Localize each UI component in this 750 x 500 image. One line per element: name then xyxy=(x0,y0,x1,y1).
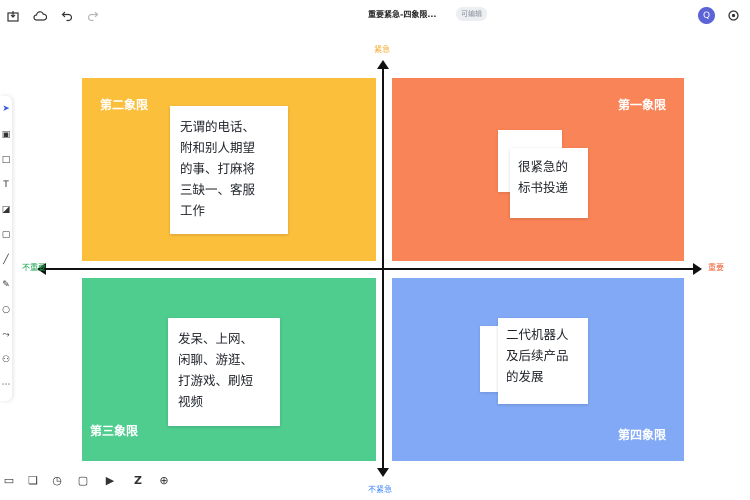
connector-icon[interactable]: ⤳ xyxy=(0,328,12,342)
arrow-down-icon xyxy=(377,468,389,477)
arrow-up-icon xyxy=(377,60,389,69)
quadrant-3-label: 第三象限 xyxy=(90,424,139,438)
axis-label-important: 重要 xyxy=(708,263,724,272)
help-icon[interactable]: ⊕ xyxy=(157,473,171,489)
settings-icon[interactable] xyxy=(725,7,742,24)
axis-label-not-important: 不重要 xyxy=(22,263,46,272)
line-icon[interactable]: ╱ xyxy=(0,253,12,267)
quadrant-1-label: 第一象限 xyxy=(617,98,666,112)
frame-icon[interactable]: ▣ xyxy=(0,128,12,142)
zoom-icon[interactable]: Z xyxy=(131,473,145,489)
sticky-note-icon[interactable]: ◪ xyxy=(0,203,12,217)
present-icon[interactable]: ▶ xyxy=(103,473,117,489)
eraser-icon[interactable]: ○ xyxy=(0,303,12,317)
document-title[interactable]: 重要紧急-四象限... xyxy=(368,9,436,20)
text-icon[interactable]: T xyxy=(0,178,12,192)
timer-icon[interactable]: ◷ xyxy=(50,473,64,489)
sticky-note-q3[interactable]: 发呆、上网、 闲聊、游逛、 打游戏、刷短 视频 xyxy=(168,318,280,426)
avatar[interactable]: Q xyxy=(698,7,715,24)
layers-icon[interactable]: ❏ xyxy=(26,473,40,489)
undo-icon[interactable] xyxy=(58,7,76,25)
cloud-icon[interactable] xyxy=(31,7,49,25)
edit-status-badge: 可编辑 xyxy=(456,7,487,21)
top-bar: 重要紧急-四象限... 可编辑 Q xyxy=(0,0,750,32)
left-toolbar: ➤ ▣ □ T ◪ ▢ ╱ ✎ ○ ⤳ ⚇ ⋯ xyxy=(0,96,12,401)
rectangle-icon[interactable]: □ xyxy=(0,153,12,167)
sticky-note-q1[interactable]: 很紧急的 标书投递 xyxy=(510,148,588,218)
sticky-note-q4[interactable]: 二代机器人 及后续产品 的发展 xyxy=(498,318,588,404)
quadrant-4-label: 第四象限 xyxy=(617,428,666,442)
bottom-toolbar: ▭ ❏ ◷ ▢ ▶ Z ⊕ xyxy=(0,470,180,492)
mindmap-icon[interactable]: ⚇ xyxy=(0,353,12,367)
more-icon[interactable]: ⋯ xyxy=(0,378,12,392)
shape-icon[interactable]: ▢ xyxy=(0,228,12,242)
quadrant-2-label: 第二象限 xyxy=(100,98,149,112)
horizontal-axis xyxy=(44,268,694,270)
axis-label-urgent: 紧急 xyxy=(374,45,390,54)
pen-icon[interactable]: ✎ xyxy=(0,278,12,292)
save-icon[interactable] xyxy=(4,7,22,25)
avatar-initial: Q xyxy=(702,10,711,21)
minimap-icon[interactable]: ▭ xyxy=(2,473,16,489)
comment-icon[interactable]: ▢ xyxy=(76,473,90,489)
axis-label-not-urgent: 不紧急 xyxy=(368,485,392,494)
cursor-icon[interactable]: ➤ xyxy=(0,102,12,116)
sticky-note-q2[interactable]: 无谓的电话、 附和别人期望 的事、打麻将 三缺一、客服 工作 xyxy=(170,106,288,234)
redo-icon[interactable] xyxy=(84,7,102,25)
arrow-right-icon xyxy=(693,263,702,275)
